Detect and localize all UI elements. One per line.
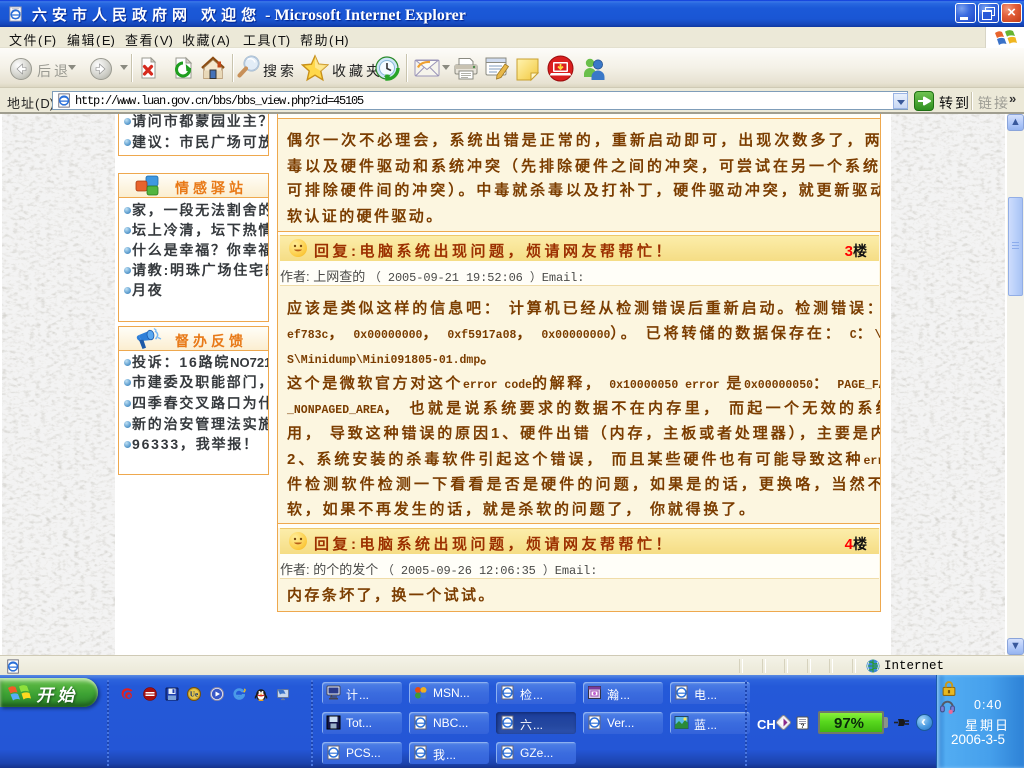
svg-text:?: ? (801, 723, 805, 730)
svg-text:Ue: Ue (190, 691, 198, 699)
